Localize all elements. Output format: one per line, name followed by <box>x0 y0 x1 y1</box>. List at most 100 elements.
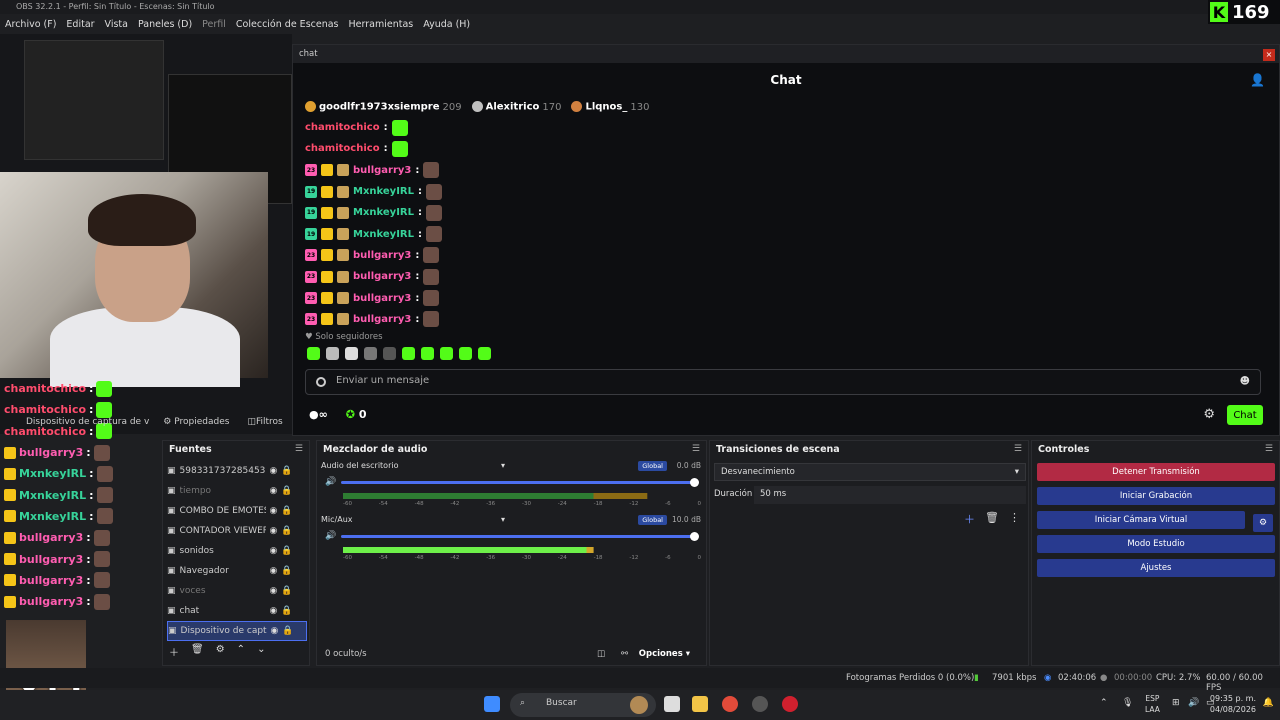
chat-message[interactable]: chamitochico: <box>305 117 805 138</box>
chat-username[interactable]: MxnkeyIRL <box>353 229 414 240</box>
chat-username[interactable]: chamitochico <box>305 122 380 133</box>
chat-username[interactable]: bullgarry3 <box>353 293 411 304</box>
leaderboard-entry[interactable]: Alexitrico 170 <box>471 101 561 113</box>
link-icon[interactable]: ⚯ <box>621 649 628 659</box>
chat-username[interactable]: MxnkeyIRL <box>353 207 414 218</box>
add-icon[interactable]: ＋ <box>964 511 975 527</box>
emote-icon[interactable] <box>421 347 434 360</box>
slider-knob[interactable] <box>690 532 699 541</box>
lock-icon[interactable]: 🔒 <box>281 506 292 516</box>
eye-icon[interactable]: ◉ <box>270 586 278 596</box>
speaker-icon[interactable]: 🔊 <box>325 477 336 487</box>
close-icon[interactable]: × <box>1263 49 1275 61</box>
chat-message[interactable]: 23 bullgarry3: <box>305 266 805 287</box>
emote-icon[interactable] <box>402 347 415 360</box>
menu-archivo[interactable]: Archivo (F) <box>5 19 56 30</box>
emote-icon[interactable] <box>345 347 358 360</box>
emote-icon[interactable] <box>478 347 491 360</box>
start-recording-button[interactable]: Iniciar Grabación <box>1037 487 1275 505</box>
language-indicator[interactable]: ESP LAA <box>1145 693 1160 715</box>
dock-menu-icon[interactable]: ☰ <box>1014 444 1022 454</box>
lock-icon[interactable]: 🔒 <box>282 626 293 636</box>
chevron-up-icon[interactable]: ⌃ <box>237 644 245 659</box>
emote-icon[interactable] <box>440 347 453 360</box>
duration-input[interactable]: 50 ms <box>754 486 1026 504</box>
emote-icon[interactable] <box>364 347 377 360</box>
eye-icon[interactable]: ◉ <box>270 466 278 476</box>
chat-send-button[interactable]: Chat <box>1227 405 1263 425</box>
eye-icon[interactable]: ◉ <box>270 526 278 536</box>
chat-message[interactable]: 19 MxnkeyIRL: <box>305 181 805 202</box>
dock-menu-icon[interactable]: ☰ <box>295 444 303 454</box>
windows-start-icon[interactable] <box>484 696 500 712</box>
chat-message[interactable]: chamitochico: <box>305 138 805 159</box>
leaderboard-entry[interactable]: goodlfr1973xsiempre 209 <box>305 101 462 113</box>
lock-icon[interactable]: 🔒 <box>281 606 292 616</box>
layout-icon[interactable]: ◫ <box>597 649 605 659</box>
source-item[interactable]: ▣ Navegador ◉ 🔒 <box>167 561 307 581</box>
stop-stream-button[interactable]: Detener Transmisión <box>1037 463 1275 481</box>
speaker-icon[interactable]: 🔊 <box>325 531 336 541</box>
virtual-camera-gear-icon[interactable]: ⚙ <box>1253 514 1273 532</box>
source-item[interactable]: ▣ sonidos ◉ 🔒 <box>167 541 307 561</box>
task-view-icon[interactable] <box>664 696 680 712</box>
emote-icon[interactable] <box>307 347 320 360</box>
message-input[interactable]: Enviar un mensaje ☻ <box>305 369 1261 395</box>
properties-button[interactable]: ⚙ Propiedades <box>159 415 233 429</box>
emote-icon[interactable] <box>326 347 339 360</box>
users-icon[interactable]: 👤 <box>1250 73 1265 87</box>
chat-username[interactable]: bullgarry3 <box>353 314 411 325</box>
dock-menu-icon[interactable]: ☰ <box>1265 444 1273 454</box>
settings-button[interactable]: Ajustes <box>1037 559 1275 577</box>
emoji-icon[interactable]: ☻ <box>1240 376 1250 387</box>
emote-icon[interactable] <box>459 347 472 360</box>
chat-settings-gear-icon[interactable]: ⚙ <box>1203 407 1215 422</box>
lock-icon[interactable]: 🔒 <box>281 526 292 536</box>
volume-slider[interactable] <box>341 532 699 541</box>
studio-mode-button[interactable]: Modo Estudio <box>1037 535 1275 553</box>
menu-perfil[interactable]: Perfil <box>202 19 226 30</box>
source-item[interactable]: ▣Dispositivo de captura ◉🔒 <box>167 621 307 641</box>
options-button[interactable]: Opciones ▾ <box>639 649 690 659</box>
source-item[interactable]: ▣ voces ◉ 🔒 <box>167 581 307 601</box>
menu-paneles[interactable]: Paneles (D) <box>138 19 192 30</box>
trash-icon[interactable]: 🗑 <box>985 511 999 527</box>
more-icon[interactable]: ⋮ <box>1009 511 1020 527</box>
lock-icon[interactable]: 🔒 <box>281 546 292 556</box>
source-item[interactable]: ▣ chat ◉ 🔒 <box>167 601 307 621</box>
notifications-icon[interactable]: 🔔 <box>1263 698 1274 708</box>
chat-message[interactable]: 19 MxnkeyIRL: <box>305 202 805 223</box>
chevron-up-icon[interactable]: ⌃ <box>1100 698 1108 708</box>
eye-icon[interactable]: ◉ <box>270 486 278 496</box>
chat-username[interactable]: bullgarry3 <box>353 165 411 176</box>
source-item[interactable]: ▣ CONTADOR VIEWERS ◉ 🔒 <box>167 521 307 541</box>
network-icon[interactable]: ⊞ <box>1172 698 1180 708</box>
eye-icon[interactable]: ◉ <box>271 626 279 636</box>
file-explorer-icon[interactable] <box>692 696 708 712</box>
emote-icon[interactable] <box>383 347 396 360</box>
taskbar-search[interactable]: ⌕ Buscar <box>510 693 656 717</box>
eye-icon[interactable]: ◉ <box>270 546 278 556</box>
eye-icon[interactable]: ◉ <box>270 606 278 616</box>
app-red-icon[interactable] <box>782 696 798 712</box>
menu-editar[interactable]: Editar <box>66 19 94 30</box>
leaderboard-entry[interactable]: Llqnos_ 130 <box>571 101 649 113</box>
menu-vista[interactable]: Vista <box>105 19 128 30</box>
lock-icon[interactable]: 🔒 <box>281 486 292 496</box>
chat-username[interactable]: chamitochico <box>305 143 380 154</box>
chat-message[interactable]: 23 bullgarry3: <box>305 160 805 181</box>
menu-coleccion[interactable]: Colección de Escenas <box>236 19 339 30</box>
trash-icon[interactable]: 🗑 <box>191 644 204 659</box>
obs-icon[interactable] <box>752 696 768 712</box>
volume-icon[interactable]: 🔊 <box>1188 698 1199 708</box>
lock-icon[interactable]: 🔒 <box>281 586 292 596</box>
chat-username[interactable]: bullgarry3 <box>353 271 411 282</box>
eye-icon[interactable]: ◉ <box>270 566 278 576</box>
chevron-down-icon[interactable]: ⌄ <box>257 644 265 659</box>
source-item[interactable]: ▣ COMBO DE EMOTES ◉ 🔒 <box>167 501 307 521</box>
clock[interactable]: 09:35 p. m. 04/08/2026 <box>1210 693 1256 715</box>
mic-icon[interactable]: 🎙 <box>1122 698 1133 708</box>
menu-herramientas[interactable]: Herramientas <box>349 19 414 30</box>
menu-ayuda[interactable]: Ayuda (H) <box>423 19 470 30</box>
chat-message[interactable]: 23 bullgarry3: <box>305 245 805 266</box>
